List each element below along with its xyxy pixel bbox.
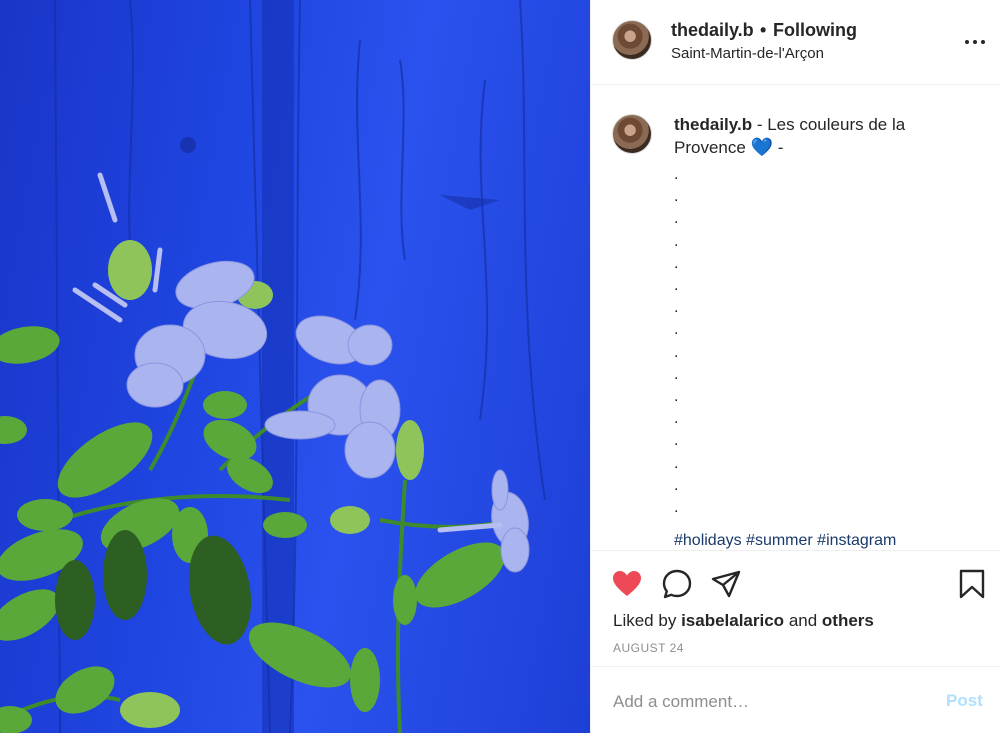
flower-photo-illustration <box>0 0 546 733</box>
following-button[interactable]: Following <box>773 20 857 41</box>
dot-line: . <box>674 476 679 494</box>
author-username[interactable]: thedaily.b <box>671 20 754 41</box>
caption-text: thedaily.b - Les couleurs de la Provence… <box>674 114 974 159</box>
comment-input[interactable] <box>613 688 913 716</box>
dot-line: . <box>674 321 679 339</box>
dot-line: . <box>674 410 679 428</box>
caption-dot-lines: . . . . . . . . . . . . . . . . <box>674 164 694 519</box>
liked-and: and <box>788 611 818 630</box>
dot-line: . <box>674 232 679 250</box>
post-actions: Liked by isabelalarico and others AUGUST… <box>591 550 1000 667</box>
dot-line: . <box>674 277 679 295</box>
dot-line: . <box>674 365 679 383</box>
post-location[interactable]: Saint-Martin-de-l'Arçon <box>671 45 824 62</box>
caption-username[interactable]: thedaily.b <box>674 115 752 134</box>
liked-by-user-link[interactable]: isabelalarico <box>681 611 784 630</box>
post-photo[interactable] <box>0 0 590 733</box>
comment-bubble-icon[interactable] <box>661 568 693 600</box>
dot-line: . <box>674 254 679 272</box>
post-header: thedaily.b • Following Saint-Martin-de-l… <box>591 0 1000 85</box>
comment-box: Post <box>591 668 1000 733</box>
liked-by-summary: Liked by isabelalarico and others <box>613 611 874 631</box>
post-date[interactable]: AUGUST 24 <box>613 641 684 655</box>
post-comment-button[interactable]: Post <box>946 691 983 711</box>
liked-prefix: Liked by <box>613 611 677 630</box>
header-separator: • <box>760 20 767 40</box>
caption-scroll-area[interactable]: thedaily.b - Les couleurs de la Provence… <box>591 86 1000 549</box>
dot-line: . <box>674 166 679 183</box>
blue-heart-emoji: 💙 <box>750 137 773 157</box>
dot-line: . <box>674 299 679 317</box>
dot-line: . <box>674 188 679 206</box>
dot-line: . <box>674 499 679 517</box>
dot-line: . <box>674 343 679 361</box>
heart-icon[interactable] <box>611 568 643 600</box>
dot-line: . <box>674 210 679 228</box>
caption-hashtags[interactable]: #holidays #summer #instagram <box>674 532 896 549</box>
paper-plane-icon[interactable] <box>710 568 742 600</box>
dot-line: . <box>674 454 679 472</box>
dot-line: . <box>674 388 679 406</box>
liked-others-link[interactable]: others <box>822 611 874 630</box>
post-side-panel: thedaily.b • Following Saint-Martin-de-l… <box>590 0 1000 733</box>
caption-trailing: - <box>777 138 784 157</box>
bookmark-icon[interactable] <box>956 568 988 600</box>
more-options-icon[interactable] <box>963 30 987 54</box>
dot-line: . <box>674 432 679 450</box>
author-avatar[interactable] <box>612 20 652 60</box>
caption-author-avatar[interactable] <box>612 114 652 154</box>
